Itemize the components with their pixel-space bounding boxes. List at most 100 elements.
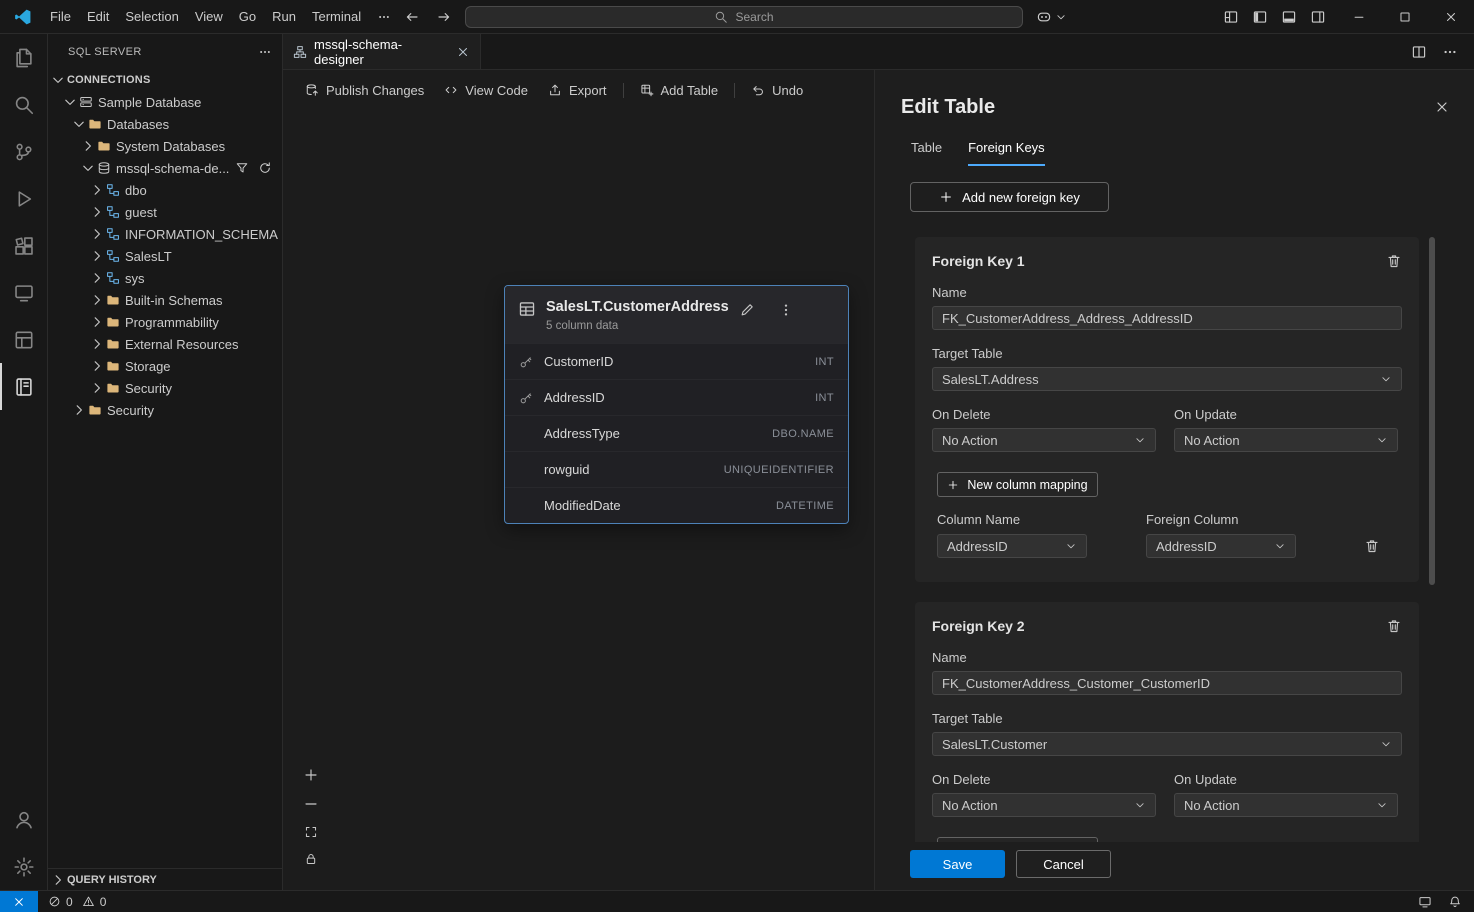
activity-remote-explorer[interactable] [0,269,48,316]
window-minimize-button[interactable] [1336,0,1382,34]
tree-item-dbo[interactable]: dbo [48,179,282,201]
tree-item-saleslt[interactable]: SalesLT [48,245,282,267]
new-column-mapping-button[interactable]: New column mapping [937,837,1098,842]
toolbar-view-code-button[interactable]: View Code [434,78,538,103]
edit-table-icon[interactable] [739,302,755,318]
tree-item-security[interactable]: Security [48,377,282,399]
menu-file[interactable]: File [42,0,79,34]
toggle-primary-sidebar-icon[interactable] [1252,9,1268,25]
on-update-select[interactable]: No Action [1174,793,1398,817]
window-close-button[interactable] [1428,0,1474,34]
tree-item-programmability[interactable]: Programmability [48,311,282,333]
delete-foreign-key-icon[interactable] [1386,618,1402,634]
split-editor-icon[interactable] [1411,44,1427,60]
on-delete-select[interactable]: No Action [932,793,1156,817]
menu-more[interactable] [369,0,399,34]
tab-foreign-keys[interactable]: Foreign Keys [968,140,1045,166]
toggle-panel-icon[interactable] [1281,9,1297,25]
tree-item-mssql-schema-de[interactable]: mssql-schema-de... [48,157,282,179]
toolbar-export-button[interactable]: Export [538,78,617,103]
tab-close-icon[interactable] [456,45,470,59]
column-row-addressid[interactable]: AddressIDINT [505,379,848,415]
delete-foreign-key-icon[interactable] [1386,253,1402,269]
connections-section-header[interactable]: CONNECTIONS [48,69,282,91]
tree-item-system-databases[interactable]: System Databases [48,135,282,157]
menu-go[interactable]: Go [231,0,264,34]
activity-run-debug[interactable] [0,175,48,222]
problems-status[interactable]: 0 0 [38,895,120,909]
copilot-menu[interactable] [1036,9,1067,25]
refresh-icon[interactable] [258,161,272,175]
toolbar-publish-changes-button[interactable]: Publish Changes [295,78,434,103]
tab-mssql-schema-designer[interactable]: mssql-schema-designer [283,34,481,69]
query-history-section-header[interactable]: QUERY HISTORY [48,868,282,890]
table-node-customeraddress[interactable]: SalesLT.CustomerAddress 5 column data Cu… [504,285,849,524]
cancel-button[interactable]: Cancel [1016,850,1111,878]
notifications-bell-icon[interactable] [1448,895,1462,909]
add-foreign-key-button[interactable]: Add new foreign key [910,182,1109,212]
panel-close-icon[interactable] [1434,99,1450,115]
tree-item-databases[interactable]: Databases [48,113,282,135]
tree-item-sample-database[interactable]: Sample Database [48,91,282,113]
fk-name-input[interactable]: FK_CustomerAddress_Customer_CustomerID [932,671,1402,695]
menu-view[interactable]: View [187,0,231,34]
folder-icon [88,403,102,417]
remote-indicator[interactable] [0,891,38,912]
customize-layout-icon[interactable] [1223,9,1239,25]
activity-extensions[interactable] [0,222,48,269]
editor-more-actions-icon[interactable] [1442,44,1458,60]
filter-icon[interactable] [235,161,249,175]
zoom-out-icon[interactable] [303,796,319,812]
target-table-select[interactable]: SalesLT.Address [932,367,1402,391]
sidebar-more-actions-icon[interactable] [258,45,272,59]
fk-card-title: Foreign Key 1 [932,253,1025,269]
activity-sql-server[interactable] [0,363,48,410]
table-node-subtitle: 5 column data [546,320,729,332]
zoom-in-icon[interactable] [303,767,319,783]
panel-scrollbar[interactable] [1429,237,1435,585]
lock-canvas-icon[interactable] [304,852,318,866]
activity-source-control[interactable] [0,128,48,175]
toolbar-undo-button[interactable]: Undo [741,78,813,103]
delete-mapping-icon[interactable] [1364,538,1380,554]
toggle-secondary-sidebar-icon[interactable] [1310,9,1326,25]
search-input[interactable]: Search [465,6,1023,28]
activity-search[interactable] [0,81,48,128]
activity-explorer[interactable] [0,34,48,81]
tree-item-information-schema[interactable]: INFORMATION_SCHEMA [48,223,282,245]
column-name-select[interactable]: AddressID [937,534,1087,558]
tree-item-sys[interactable]: sys [48,267,282,289]
fk-name-input[interactable]: FK_CustomerAddress_Address_AddressID [932,306,1402,330]
toolbar-add-table-button[interactable]: Add Table [630,78,729,103]
activity-settings[interactable] [0,843,48,890]
fit-view-icon[interactable] [304,825,318,839]
foreign-column-select[interactable]: AddressID [1146,534,1296,558]
save-button[interactable]: Save [910,850,1005,878]
column-row-rowguid[interactable]: rowguidUNIQUEIDENTIFIER [505,451,848,487]
column-row-modifieddate[interactable]: ModifiedDateDATETIME [505,487,848,523]
tree-item-storage[interactable]: Storage [48,355,282,377]
activity-accounts[interactable] [0,796,48,843]
target-table-select[interactable]: SalesLT.Customer [932,732,1402,756]
column-row-addresstype[interactable]: AddressTypeDBO.NAME [505,415,848,451]
designer-canvas[interactable]: Publish ChangesView CodeExport Add Table U… [283,70,874,890]
new-column-mapping-button[interactable]: New column mapping [937,472,1098,497]
column-row-customerid[interactable]: CustomerIDINT [505,343,848,379]
table-menu-icon[interactable] [778,302,794,318]
tree-item-guest[interactable]: guest [48,201,282,223]
activity-sql-projects[interactable] [0,316,48,363]
on-update-select[interactable]: No Action [1174,428,1398,452]
tree-item-security[interactable]: Security [48,399,282,421]
menu-terminal[interactable]: Terminal [304,0,369,34]
menu-run[interactable]: Run [264,0,304,34]
tab-table[interactable]: Table [911,140,942,166]
nav-forward-icon[interactable] [436,9,452,25]
nav-back-icon[interactable] [404,9,420,25]
menu-edit[interactable]: Edit [79,0,117,34]
window-maximize-button[interactable] [1382,0,1428,34]
ports-icon[interactable] [1418,895,1432,909]
tree-item-external-resources[interactable]: External Resources [48,333,282,355]
on-delete-select[interactable]: No Action [932,428,1156,452]
menu-selection[interactable]: Selection [117,0,186,34]
tree-item-built-in-schemas[interactable]: Built-in Schemas [48,289,282,311]
